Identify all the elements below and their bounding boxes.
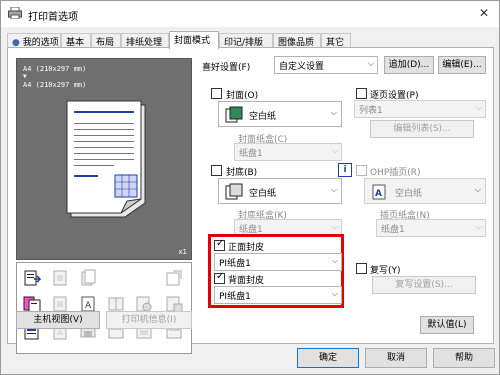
title-bar: 打印首选项 ✕	[1, 1, 499, 27]
cancel-button[interactable]: 取消	[365, 348, 427, 368]
tab-other[interactable]: 其它	[321, 33, 351, 48]
front-sheet-select[interactable]: PI纸盘1 ⌵	[214, 253, 342, 271]
tab-finishing[interactable]: 排纸处理	[121, 33, 169, 48]
page-preview: A4 (210x297 mm) ▼ A4 (210x297 mm) x1	[16, 58, 192, 260]
back-sheet-checkbox[interactable]	[214, 271, 225, 284]
tab-panel: A4 (210x297 mm) ▼ A4 (210x297 mm) x1 A 主…	[7, 47, 494, 354]
preview-paper-size-2: A4 (210x297 mm)	[23, 81, 87, 89]
front-cover-checkbox[interactable]	[211, 88, 222, 99]
document-preview-icon	[66, 100, 146, 218]
favorites-label: 喜好设置(F)	[202, 63, 251, 73]
duplex-icon	[81, 269, 96, 286]
add-favorite-button[interactable]: 追加(D)...	[384, 56, 434, 74]
ok-button[interactable]: 确定	[297, 348, 359, 368]
ohp-interleave-label: OHP插页(R)	[370, 168, 421, 178]
window-title: 打印首选项	[28, 12, 78, 23]
help-button[interactable]: 帮助	[433, 348, 495, 368]
mode-icon-grid: A	[16, 262, 192, 354]
printing-preferences-window: 打印首选项 ✕ ● 我的选项 基本 布局 排纸处理 封面模式 印记/排版 图像品…	[0, 0, 500, 375]
copy-settings-button[interactable]: 复写设置(S)...	[372, 276, 476, 294]
front-sheet-label: 正面封皮	[228, 243, 265, 253]
chevron-down-icon: ⌵	[330, 185, 337, 194]
back-cover-checkbox[interactable]	[211, 165, 222, 176]
info-icon: i	[338, 163, 352, 177]
printer-icon	[8, 7, 22, 19]
edit-favorite-button[interactable]: 编辑(E)...	[438, 56, 486, 74]
default-button[interactable]: 默认值(L)	[420, 316, 474, 334]
ohp-interleave-checkbox[interactable]	[356, 165, 367, 176]
svg-text:A: A	[375, 189, 382, 199]
paper-icon	[225, 106, 243, 123]
paper-icon: A	[372, 184, 386, 200]
tab-setting-select[interactable]: 列表1 ⌵	[354, 100, 486, 118]
tab-image-quality[interactable]: 图像品质	[273, 33, 321, 48]
copy-checkbox[interactable]	[356, 263, 367, 274]
chevron-down-icon: ⌵	[367, 59, 374, 68]
chevron-down-icon: ⌵	[474, 185, 481, 194]
front-cover-paper-select[interactable]: 空白纸 ⌵	[218, 101, 342, 127]
preview-zoom: x1	[178, 248, 187, 256]
chevron-down-icon: ⌵	[330, 108, 337, 117]
back-cover-paper-select[interactable]: 空白纸 ⌵	[218, 178, 342, 204]
favorites-select[interactable]: 自定义设置 ⌵	[274, 56, 378, 74]
ohp-tray-select[interactable]: 纸盘1 ⌵	[376, 219, 486, 237]
paper-icon	[225, 183, 243, 200]
ohp-paper-select[interactable]: A 空白纸 ⌵	[364, 178, 486, 204]
cover-mode-icon	[24, 270, 41, 286]
back-sheet-select[interactable]: PI纸盘1 ⌵	[214, 286, 342, 304]
preview-arrow-icon: ▼	[23, 73, 27, 80]
main-view-button[interactable]: 主机视图(V)	[16, 311, 100, 329]
chevron-down-icon: ⌵	[331, 256, 338, 265]
tab-basic[interactable]: 基本	[61, 33, 91, 48]
svg-text:A: A	[85, 301, 92, 311]
chevron-down-icon: ⌵	[331, 146, 338, 155]
tab-setting-checkbox[interactable]	[356, 88, 367, 99]
front-cover-tray-select[interactable]: 纸盘1 ⌵	[234, 143, 342, 161]
preview-paper-size-1: A4 (210x297 mm)	[23, 65, 87, 73]
tab-layout[interactable]: 布局	[91, 33, 121, 48]
front-cover-label: 封面(O)	[226, 91, 259, 101]
edit-list-button[interactable]: 编辑列表(S)...	[370, 120, 474, 138]
tab-my-options[interactable]: ● 我的选项	[7, 33, 61, 48]
chevron-down-icon: ⌵	[475, 222, 482, 231]
tab-cover-mode[interactable]: 封面模式	[169, 31, 219, 49]
back-cover-label: 封底(B)	[226, 168, 258, 178]
copy-label: 复写(Y)	[370, 266, 401, 276]
front-sheet-checkbox[interactable]	[214, 238, 225, 251]
printer-info-button[interactable]: 打印机信息(I)	[106, 311, 192, 329]
chevron-down-icon: ⌵	[331, 222, 338, 231]
close-icon[interactable]: ✕	[479, 6, 489, 20]
back-sheet-label: 背面封皮	[228, 276, 265, 286]
page-setting-icon	[53, 270, 67, 286]
stamp-icon	[166, 270, 182, 286]
tab-stamp-composition[interactable]: 印记/排版	[219, 33, 273, 48]
chevron-down-icon: ⌵	[475, 103, 482, 112]
chevron-down-icon: ⌵	[331, 289, 338, 298]
